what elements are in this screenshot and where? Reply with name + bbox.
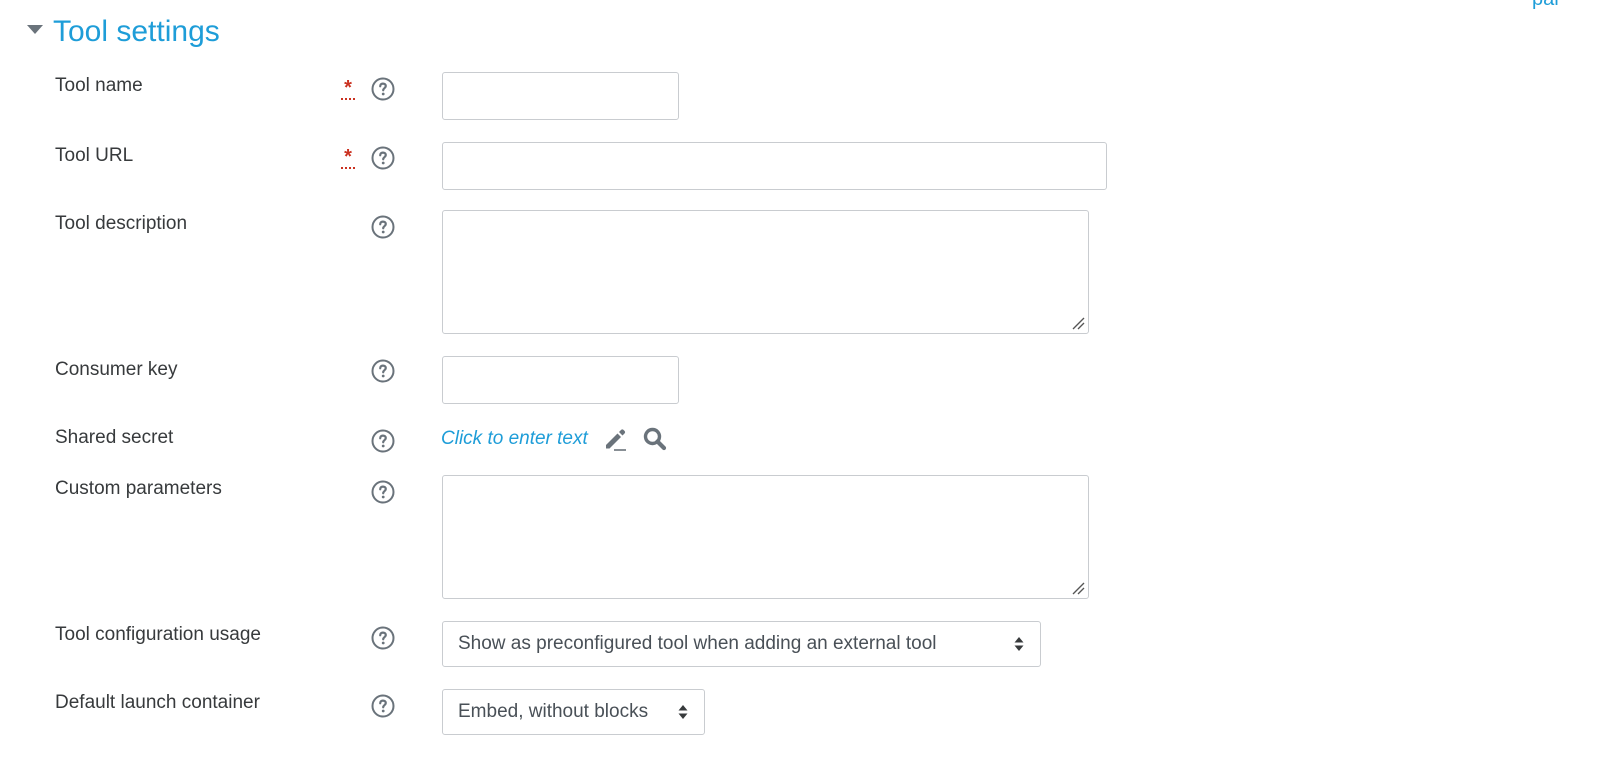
sort-arrows-icon: [1014, 637, 1024, 651]
required-asterisk-icon: *: [339, 147, 357, 170]
tool-url-input[interactable]: [442, 142, 1107, 190]
magnifier-icon[interactable]: [642, 426, 668, 452]
custom-parameters-textarea[interactable]: [442, 475, 1089, 599]
pencil-icon[interactable]: [602, 426, 628, 452]
default-launch-container-select[interactable]: Embed, without blocks: [442, 689, 705, 735]
tool-config-usage-selected: Show as preconfigured tool when adding a…: [458, 633, 937, 654]
caret-down-icon: [27, 24, 43, 34]
required-asterisk-icon: *: [339, 78, 357, 101]
default-launch-container-label: Default launch container: [55, 692, 260, 713]
tool-url-label: Tool URL: [55, 145, 134, 166]
question-circle-icon[interactable]: [371, 215, 395, 239]
tool-description-label: Tool description: [55, 213, 188, 234]
question-circle-icon[interactable]: [371, 480, 395, 504]
section-toggle-tool-settings[interactable]: Tool settings: [27, 12, 220, 52]
question-circle-icon[interactable]: [371, 359, 395, 383]
default-launch-container-selected: Embed, without blocks: [458, 701, 649, 722]
question-circle-icon[interactable]: [371, 77, 395, 101]
consumer-key-input[interactable]: [442, 356, 679, 404]
shared-secret-edit-link[interactable]: Click to enter text: [441, 428, 588, 450]
tool-description-textarea[interactable]: [442, 210, 1089, 334]
question-circle-icon[interactable]: [371, 429, 395, 453]
resize-grip-icon[interactable]: [1071, 581, 1085, 595]
resize-grip-icon[interactable]: [1071, 316, 1085, 330]
sort-arrows-icon: [678, 705, 688, 719]
tool-config-usage-label: Tool configuration usage: [55, 624, 261, 645]
corner-link[interactable]: par: [1532, 0, 1561, 11]
shared-secret-inplace-editable: Click to enter text: [441, 426, 668, 452]
section-title: Tool settings: [53, 15, 220, 48]
question-circle-icon[interactable]: [371, 694, 395, 718]
tool-name-input[interactable]: [442, 72, 679, 120]
tool-name-label: Tool name: [55, 75, 143, 96]
consumer-key-label: Consumer key: [55, 359, 178, 380]
question-circle-icon[interactable]: [371, 626, 395, 650]
question-circle-icon[interactable]: [371, 146, 395, 170]
shared-secret-label: Shared secret: [55, 427, 174, 448]
custom-parameters-label: Custom parameters: [55, 478, 222, 499]
tool-config-usage-select[interactable]: Show as preconfigured tool when adding a…: [442, 621, 1041, 667]
